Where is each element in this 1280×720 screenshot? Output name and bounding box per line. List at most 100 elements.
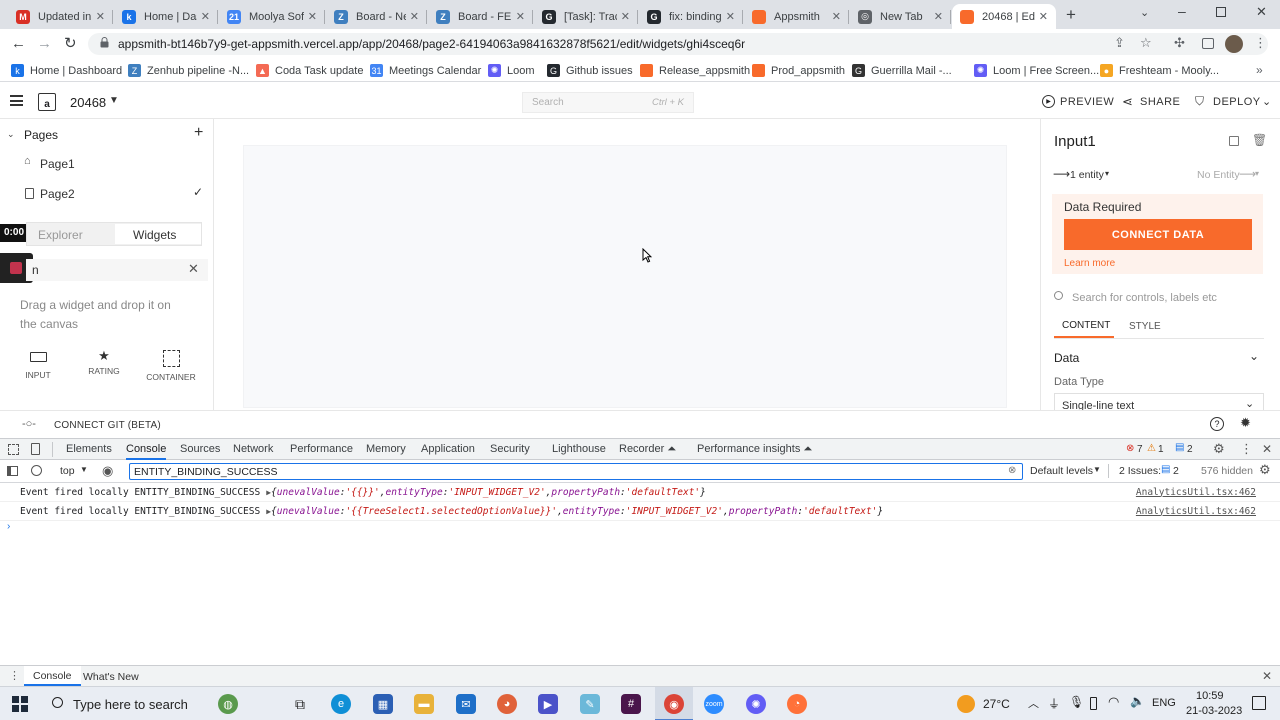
- browser-tab[interactable]: Z Board - FE C ✕: [428, 4, 533, 29]
- page-item-page1[interactable]: ⌂ Page1: [0, 151, 214, 177]
- browser-tab[interactable]: k Home | Das ✕: [114, 4, 218, 29]
- close-window-button[interactable]: ✕: [1256, 4, 1267, 20]
- clear-search-icon[interactable]: ✕: [188, 261, 199, 277]
- show-hidden-icons-chevron[interactable]: ︿: [1028, 695, 1039, 711]
- browser-tab[interactable]: Z Board - Nev ✕: [326, 4, 427, 29]
- tray-time[interactable]: 10:59: [1196, 690, 1224, 702]
- weather-icon[interactable]: [957, 695, 975, 713]
- entity-link[interactable]: 1 entity: [1070, 169, 1104, 181]
- share-page-icon[interactable]: ⇪: [1114, 35, 1125, 51]
- devtools-tab[interactable]: Memory: [366, 443, 406, 455]
- bookmark-item[interactable]: ▲ Coda Task update: [256, 64, 363, 77]
- bookmark-item[interactable]: ✺ Loom: [488, 64, 535, 77]
- page-item-page2[interactable]: Page2 ✓: [0, 181, 214, 207]
- main-canvas[interactable]: [243, 145, 1007, 408]
- more-bookmarks-icon[interactable]: »: [1256, 63, 1263, 77]
- omnibar-search[interactable]: Search Ctrl + K: [522, 92, 694, 113]
- tray-mic-icon[interactable]: 🎙: [1069, 695, 1084, 709]
- section-collapse-chevron-icon[interactable]: ⌄: [1249, 349, 1259, 363]
- connect-git-button[interactable]: CONNECT GIT (BETA): [54, 420, 161, 431]
- close-tab-icon[interactable]: ✕: [621, 10, 630, 23]
- console-filter-input[interactable]: ENTITY_BINDING_SUCCESS ⊗: [129, 463, 1023, 480]
- bookmark-star-icon[interactable]: ☆: [1140, 35, 1152, 51]
- console-log-row[interactable]: Event fired locally ENTITY_BINDING_SUCCE…: [0, 502, 1280, 521]
- widget-card-rating[interactable]: ★ RATING: [84, 348, 124, 383]
- profile-avatar[interactable]: [1225, 35, 1243, 53]
- devtools-tab[interactable]: Security: [490, 443, 530, 455]
- warning-count-icon[interactable]: ⚠: [1147, 443, 1156, 454]
- context-chevron-icon[interactable]: ▼: [80, 465, 88, 474]
- clear-filter-icon[interactable]: ⊗: [1008, 465, 1016, 476]
- log-levels-chevron-icon[interactable]: ▼: [1093, 465, 1101, 474]
- firefox-icon[interactable]: ◔: [787, 694, 807, 714]
- add-page-icon[interactable]: +: [194, 124, 203, 142]
- browser-tab[interactable]: ◎ New Tab ✕: [850, 4, 951, 29]
- chrome-menu-icon[interactable]: ⋮: [1254, 35, 1267, 51]
- temperature[interactable]: 27°C: [983, 697, 1010, 711]
- devtools-tab[interactable]: Application: [421, 443, 475, 455]
- taskbar-globe-icon[interactable]: ◍: [218, 694, 238, 714]
- file-explorer-icon[interactable]: ▬: [414, 694, 434, 714]
- drawer-close-icon[interactable]: ✕: [1262, 669, 1272, 683]
- close-tab-icon[interactable]: ✕: [516, 10, 525, 23]
- console-log-row[interactable]: Event fired locally ENTITY_BINDING_SUCCE…: [0, 483, 1280, 502]
- taskbar-search-box[interactable]: Type here to search: [40, 687, 212, 720]
- share-icon[interactable]: ⋖: [1122, 94, 1133, 110]
- preview-icon[interactable]: ▶: [1042, 95, 1055, 108]
- devtools-tab[interactable]: Sources: [180, 443, 220, 455]
- back-arrow-icon[interactable]: ←: [11, 35, 26, 52]
- media-icon[interactable]: ▶: [538, 694, 558, 714]
- tray-network-icon[interactable]: ◠: [1108, 694, 1119, 710]
- drawer-tab-whats-new[interactable]: What's New: [83, 671, 139, 683]
- devtools-settings-icon[interactable]: ⚙: [1213, 441, 1225, 457]
- browser-tab[interactable]: G [Task]: Track ✕: [534, 4, 638, 29]
- close-tab-icon[interactable]: ✕: [96, 10, 105, 23]
- devtools-tab[interactable]: Console: [126, 443, 167, 460]
- live-expression-eye-icon[interactable]: ◉: [102, 463, 113, 479]
- delete-widget-icon[interactable]: 🗑: [1252, 133, 1267, 147]
- deploy-chevron-icon[interactable]: ⌄: [1262, 95, 1271, 108]
- loom-taskbar-icon[interactable]: ✺: [746, 694, 766, 714]
- deploy-button[interactable]: DEPLOY: [1213, 96, 1261, 108]
- learn-more-link[interactable]: Learn more: [1064, 258, 1115, 269]
- console-body[interactable]: [0, 534, 1280, 665]
- close-tab-icon[interactable]: ✕: [832, 10, 841, 23]
- help-icon[interactable]: ?: [1210, 417, 1224, 431]
- notepad-icon[interactable]: ✎: [580, 694, 600, 714]
- widget-search-input[interactable]: n ✕: [26, 259, 208, 281]
- widget-card-container[interactable]: CONTAINER: [146, 350, 196, 383]
- slack-icon[interactable]: #: [621, 694, 641, 714]
- new-tab-button[interactable]: +: [1066, 5, 1076, 25]
- pages-collapse-chevron-icon[interactable]: ⌄: [7, 129, 15, 140]
- tab-content[interactable]: CONTENT: [1054, 316, 1114, 338]
- widget-name[interactable]: Input1: [1054, 133, 1096, 150]
- tab-search-chevron-icon[interactable]: ⌄: [1140, 6, 1149, 19]
- app-name[interactable]: 20468: [70, 95, 106, 110]
- bookmark-item[interactable]: k Home | Dashboard: [11, 64, 122, 77]
- browser-tab[interactable]: Gfix: binding ✕: [639, 4, 743, 29]
- forward-arrow-icon[interactable]: →: [37, 35, 52, 52]
- copy-widget-icon[interactable]: [1229, 136, 1239, 146]
- log-levels-dropdown[interactable]: Default levels: [1030, 465, 1093, 477]
- bookmark-item[interactable]: ● Freshteam - Mooly...: [1100, 64, 1219, 77]
- chrome-icon[interactable]: ◉: [664, 694, 684, 714]
- deploy-icon[interactable]: ⛉: [1195, 94, 1204, 109]
- device-toolbar-icon[interactable]: [31, 443, 40, 455]
- bookmark-item[interactable]: G Guerrilla Mail -...: [852, 64, 952, 77]
- error-count-icon[interactable]: ⊗: [1126, 443, 1134, 454]
- close-tab-icon[interactable]: ✕: [726, 10, 735, 23]
- devtools-tab[interactable]: Elements: [66, 443, 112, 455]
- store-icon[interactable]: ▦: [373, 694, 393, 714]
- close-tab-icon[interactable]: ✕: [308, 10, 317, 23]
- tab-style[interactable]: STYLE: [1129, 321, 1161, 332]
- notifications-icon[interactable]: [1252, 696, 1266, 710]
- tray-volume-icon[interactable]: 🔈: [1130, 694, 1145, 708]
- console-prompt-icon[interactable]: ›: [7, 521, 10, 532]
- browser-tab[interactable]: 21 Moolya Sof ✕: [219, 4, 325, 29]
- info-count-icon[interactable]: ▤: [1175, 442, 1184, 453]
- browser-tab[interactable]: Appsmith ✕: [744, 4, 849, 29]
- bookmark-item[interactable]: Prod_appsmith: [752, 64, 845, 77]
- preview-button[interactable]: PREVIEW: [1060, 96, 1114, 108]
- bookmark-item[interactable]: Z Zenhub pipeline -N...: [128, 64, 249, 77]
- issues-label[interactable]: 2 Issues:: [1119, 465, 1161, 477]
